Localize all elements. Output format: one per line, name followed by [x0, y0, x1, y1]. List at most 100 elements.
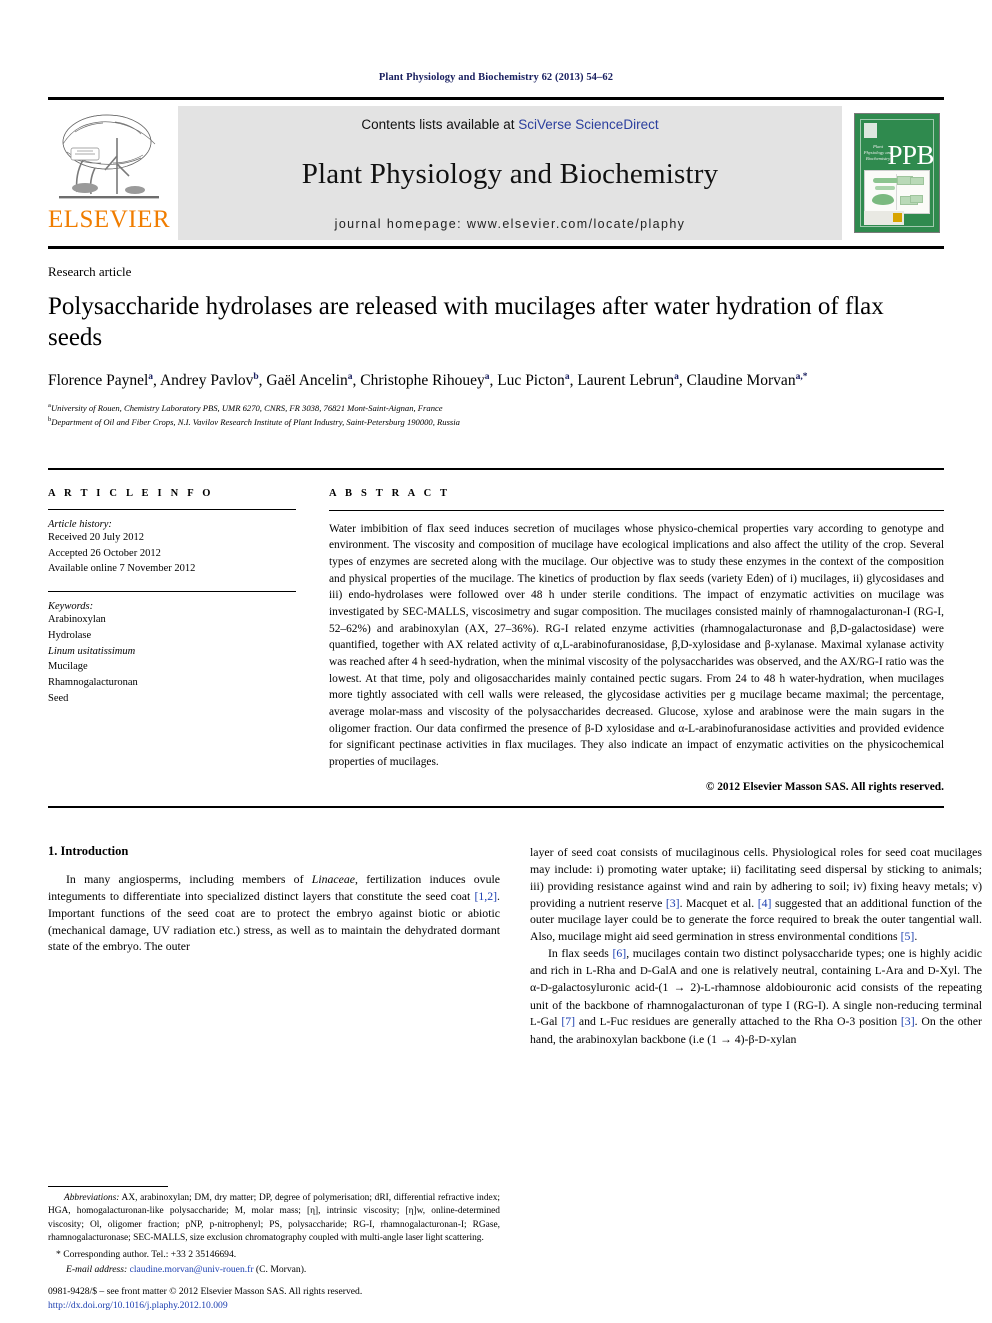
author-affiliation-marker: a	[347, 371, 353, 382]
citation-link[interactable]: [5]	[901, 929, 915, 943]
keyword-item: Arabinoxylan	[48, 614, 106, 626]
info-abstract-section: A R T I C L E I N F O Article history: R…	[48, 467, 944, 794]
author-name: Florence Paynel	[48, 371, 149, 389]
cover-bottom-logo-mark	[893, 213, 902, 222]
divider	[48, 508, 296, 510]
page-title: Polysaccharide hydrolases are released w…	[48, 293, 884, 351]
author-list: Florence Paynela, Andrey Pavlovb, Gaël A…	[48, 370, 944, 392]
article-history-item: Accepted 26 October 2012	[48, 547, 161, 559]
author-item: Gaël Ancelina,	[266, 371, 361, 389]
intro-paragraph-right-2: In flax seeds [6], mucilages contain two…	[530, 945, 982, 1046]
contents-available-line: Contents lists available at SciVerse Sci…	[361, 117, 658, 132]
body-column-left: 1. Introduction In many angiosperms, inc…	[48, 844, 500, 1048]
affiliation-item: bDepartment of Oil and Fiber Crops, N.I.…	[48, 415, 944, 428]
article-history-item: Available online 7 November 2012	[48, 563, 196, 575]
cover-figure-right	[895, 174, 926, 210]
author-item: Laurent Lebruna,	[577, 371, 687, 389]
email-note: E-mail address: claudine.morvan@univ-rou…	[48, 1263, 500, 1277]
citation-link[interactable]: [4]	[758, 896, 772, 910]
introduction-heading: 1. Introduction	[48, 844, 129, 859]
sciencedirect-banner: Contents lists available at SciVerse Sci…	[178, 106, 842, 240]
cover-figure-left	[868, 174, 899, 210]
abstract-heading: A B S T R A C T	[329, 487, 451, 499]
abstract-column: A B S T R A C T Water imbibition of flax…	[296, 470, 944, 794]
cover-leaf-shape	[872, 194, 894, 205]
abstract-copyright: © 2012 Elsevier Masson SAS. All rights r…	[705, 781, 944, 794]
author-item: Claudine Morvana,*	[687, 372, 808, 389]
running-head: Plant Physiology and Biochemistry 62 (20…	[378, 72, 614, 83]
sciencedirect-link[interactable]: SciVerse ScienceDirect	[518, 117, 658, 132]
email-label: E-mail address:	[66, 1263, 128, 1275]
affiliation-text: University of Rouen, Chemistry Laborator…	[50, 403, 443, 414]
email-link[interactable]: claudine.morvan@univ-rouen.fr	[130, 1264, 254, 1275]
body-columns: 1. Introduction In many angiosperms, inc…	[48, 844, 982, 1048]
issn-line: 0981-9428/$ – see front matter © 2012 El…	[48, 1286, 363, 1298]
issn-copyright-block: 0981-9428/$ – see front matter © 2012 El…	[48, 1285, 508, 1313]
article-info-column: A R T I C L E I N F O Article history: R…	[48, 470, 296, 794]
abbreviations-footnote: Abbreviations: AX, arabinoxylan; DM, dry…	[48, 1192, 500, 1245]
body-column-right: layer of seed coat consists of mucilagin…	[530, 844, 982, 1048]
affiliation-item: aUniversity of Rouen, Chemistry Laborato…	[48, 401, 944, 414]
contents-prefix: Contents lists available at	[361, 117, 519, 132]
author-item: Luc Pictona,	[497, 371, 578, 389]
divider	[48, 591, 296, 593]
elsevier-wordmark: ELSEVIER	[47, 206, 171, 233]
cover-diagram-box-2	[910, 177, 924, 185]
divider	[48, 806, 944, 809]
cover-elsevier-icon	[864, 123, 877, 138]
article-info-heading: A R T I C L E I N F O	[48, 487, 214, 499]
cover-figure	[864, 170, 930, 214]
author-affiliation-marker: a	[484, 371, 490, 382]
author-affiliation-marker: a,*	[795, 371, 808, 382]
journal-cover-block: Plant Physiology and Biochemistry PPB	[850, 106, 944, 240]
keyword-item: Seed	[48, 692, 69, 704]
affiliation-list: aUniversity of Rouen, Chemistry Laborato…	[48, 401, 944, 428]
cover-ppb-letters: PPB	[887, 140, 934, 170]
article-page: Plant Physiology and Biochemistry 62 (20…	[0, 0, 992, 1323]
doi-link[interactable]: http://dx.doi.org/10.1016/j.plaphy.2012.…	[48, 1299, 508, 1313]
author-item: Florence Paynela,	[48, 371, 160, 389]
article-history-label: Article history:	[48, 518, 112, 530]
intro-paragraph-right-1: layer of seed coat consists of mucilagin…	[530, 845, 982, 944]
journal-title: Plant Physiology and Biochemistry	[301, 158, 719, 190]
citation-link[interactable]: [3]	[901, 1014, 915, 1028]
author-item: Christophe Rihoueya,	[360, 371, 498, 389]
intro-paragraph-left: In many angiosperms, including members o…	[48, 872, 500, 954]
elsevier-tree-icon	[59, 114, 159, 199]
cover-diagram-box-4	[910, 195, 923, 203]
article-type: Research article	[48, 264, 132, 279]
keywords-label: Keywords:	[48, 601, 94, 613]
author-name: Laurent Lebrun	[577, 371, 675, 389]
affiliation-text: Department of Oil and Fiber Crops, N.I. …	[51, 416, 460, 427]
cover-pod-shape-2	[875, 186, 895, 190]
journal-masthead: ELSEVIER Contents lists available at Sci…	[48, 97, 944, 249]
email-suffix: (C. Morvan).	[253, 1263, 307, 1275]
author-name: Christophe Rihouey	[360, 371, 485, 389]
footnote-divider	[48, 1185, 168, 1187]
author-affiliation-marker: b	[253, 371, 259, 382]
cover-bottom-logo	[864, 211, 904, 225]
author-name: Andrey Pavlov	[159, 371, 254, 389]
citation-link[interactable]: [1,2]	[474, 889, 497, 903]
citation-link[interactable]: [6]	[612, 946, 626, 960]
ppb-cover-thumbnail: Plant Physiology and Biochemistry PPB	[854, 113, 940, 233]
citation-link[interactable]: [7]	[561, 1014, 575, 1028]
article-history-item: Received 20 July 2012	[48, 531, 144, 543]
elsevier-logo-block: ELSEVIER	[48, 106, 170, 240]
footnote-block: Abbreviations: AX, arabinoxylan; DM, dry…	[48, 1185, 500, 1277]
author-item: Andrey Pavlovb,	[159, 371, 267, 389]
author-name: Claudine Morvan	[686, 371, 796, 389]
journal-homepage-link[interactable]: journal homepage: www.elsevier.com/locat…	[335, 217, 686, 231]
corresponding-author-note: * Corresponding author. Tel.: +33 2 3514…	[56, 1249, 237, 1261]
author-name: Gaël Ancelin	[266, 371, 348, 389]
divider	[329, 509, 944, 511]
abbreviations-label: Abbreviations:	[64, 1192, 120, 1203]
author-affiliation-marker: a	[564, 371, 570, 382]
abstract-text: Water imbibition of flax seed induces se…	[329, 522, 944, 768]
keyword-item: Mucilage	[48, 661, 88, 673]
citation-link[interactable]: [3]	[666, 896, 680, 910]
author-affiliation-marker: a	[674, 371, 679, 382]
keyword-item: Linum usitatissimum	[48, 645, 136, 657]
author-name: Luc Picton	[497, 371, 565, 389]
author-affiliation-marker: a	[148, 371, 154, 382]
